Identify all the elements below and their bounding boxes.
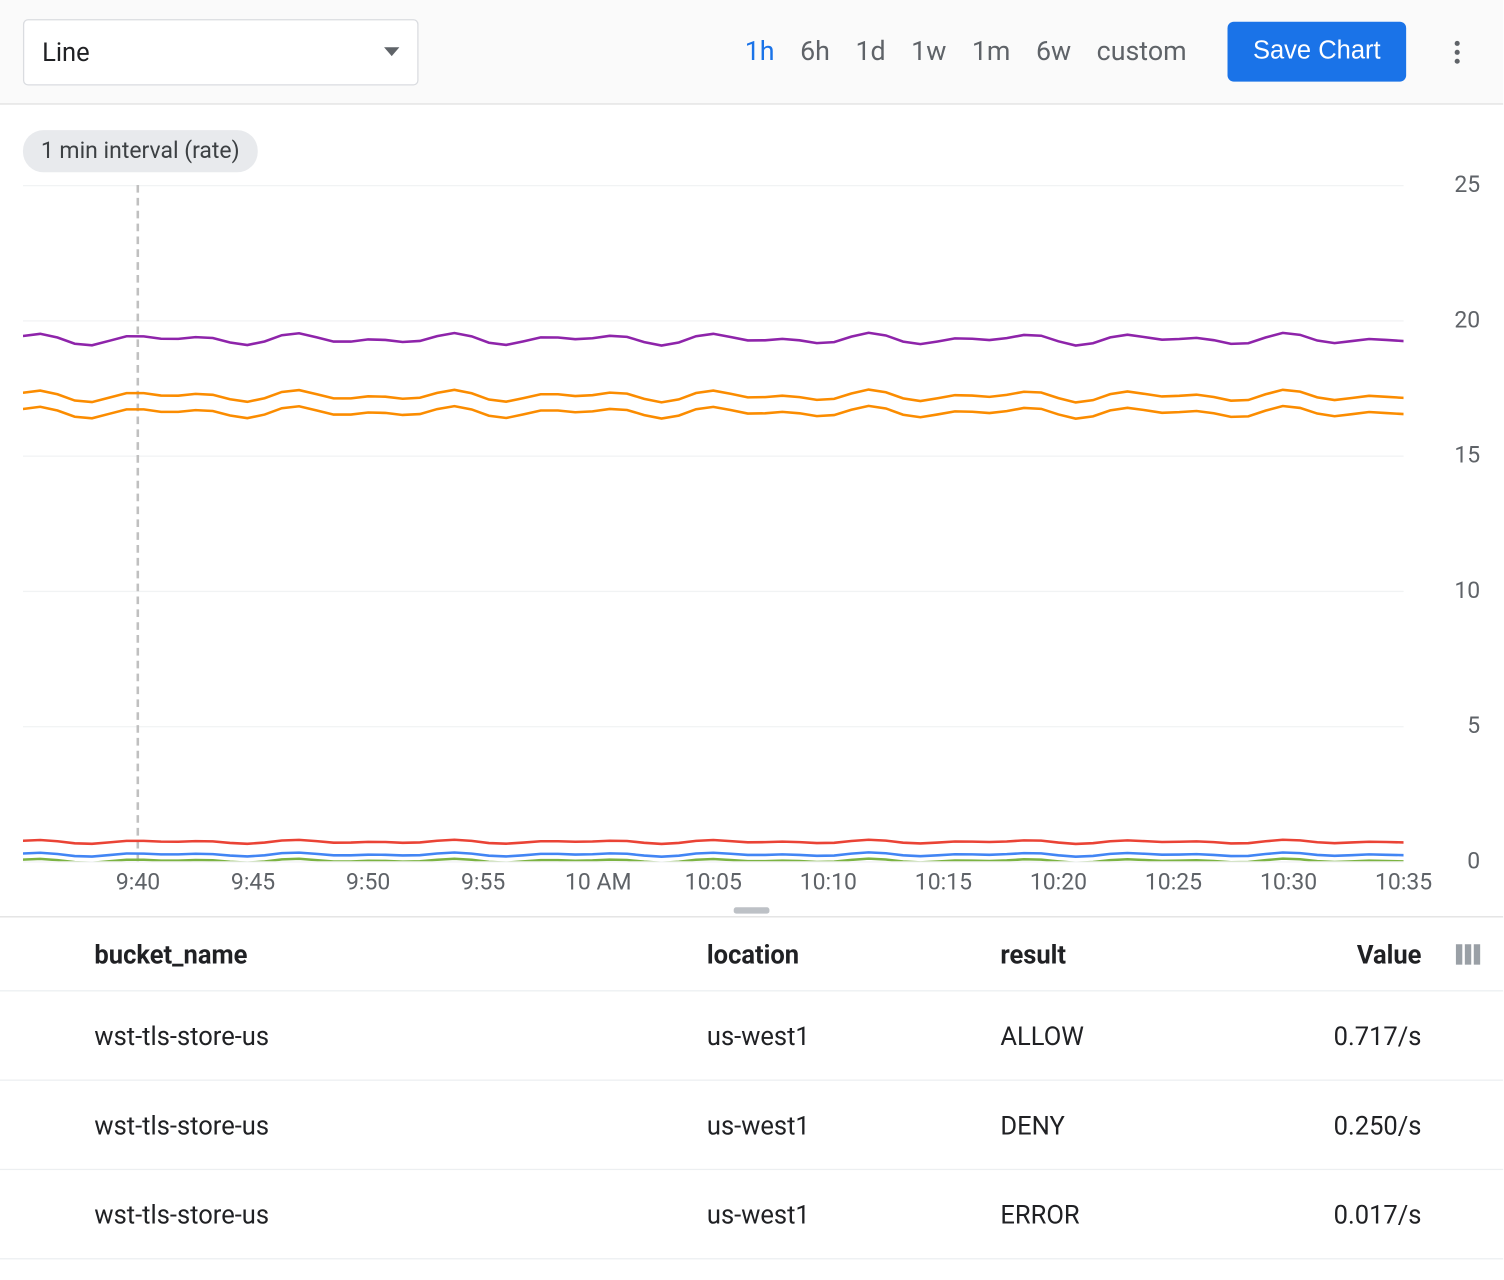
legend-value: 0.017/s xyxy=(1256,1199,1422,1230)
x-tick-label: 10:30 xyxy=(1260,869,1317,896)
legend-header-row: bucket_name location result Value xyxy=(0,917,1503,991)
legend-row[interactable]: wst-tls-store-usus-west1ERROR0.017/s xyxy=(0,1170,1503,1259)
time-range-1w[interactable]: 1w xyxy=(911,36,946,67)
y-tick-label: 5 xyxy=(1414,713,1480,740)
x-tick-label: 9:55 xyxy=(461,869,505,896)
legend-location: us-west1 xyxy=(707,1109,1000,1140)
chart-area: 1 min interval (rate) 0510152025 9:409:4… xyxy=(0,105,1503,900)
overflow-menu-icon[interactable] xyxy=(1434,29,1480,75)
save-chart-button[interactable]: Save Chart xyxy=(1227,22,1406,82)
resize-handle[interactable] xyxy=(734,907,770,913)
legend-location: us-west1 xyxy=(707,1020,1000,1051)
chevron-down-icon xyxy=(384,47,399,56)
x-tick-label: 9:40 xyxy=(116,869,160,896)
line-chart[interactable]: 0510152025 9:409:459:509:5510 AM10:0510:… xyxy=(23,185,1480,900)
x-tick-label: 10:15 xyxy=(915,869,972,896)
legend-result: ERROR xyxy=(1000,1199,1255,1230)
legend-location: us-west1 xyxy=(707,1199,1000,1230)
x-axis-labels: 9:40 9:45 9:50 9:55 10 AM 10:05 10:10 10:15 10:2… xyxy=(23,869,1404,900)
legend-bucket: wst-tls-store-us xyxy=(94,1020,706,1051)
time-range-1d[interactable]: 1d xyxy=(855,36,885,67)
legend-bucket: wst-tls-store-us xyxy=(94,1199,706,1230)
x-tick-label: 10 AM xyxy=(565,869,632,896)
x-tick-label: 10:10 xyxy=(800,869,857,896)
interval-pill[interactable]: 1 min interval (rate) xyxy=(23,130,258,172)
col-result[interactable]: result xyxy=(1000,938,1255,969)
y-tick-label: 10 xyxy=(1414,577,1480,604)
legend-value: 0.717/s xyxy=(1256,1020,1422,1051)
x-tick-label: 10:20 xyxy=(1030,869,1087,896)
col-bucket-name[interactable]: bucket_name xyxy=(94,938,706,969)
col-value[interactable]: Value xyxy=(1256,938,1422,969)
y-tick-label: 25 xyxy=(1414,172,1480,199)
x-tick-label: 9:50 xyxy=(346,869,390,896)
x-tick-label: 10:35 xyxy=(1375,869,1432,896)
legend-result: DENY xyxy=(1000,1109,1255,1140)
y-tick-label: 20 xyxy=(1414,307,1480,334)
chart-type-select[interactable]: Line xyxy=(23,19,419,85)
legend-value: 0.250/s xyxy=(1256,1109,1422,1140)
legend-row[interactable]: wst-tls-store-usus-west1ALLOW0.717/s xyxy=(0,991,1503,1080)
time-range-6h[interactable]: 6h xyxy=(800,36,830,67)
time-range-1m[interactable]: 1m xyxy=(972,36,1011,67)
y-tick-label: 15 xyxy=(1414,442,1480,469)
time-range-1h[interactable]: 1h xyxy=(745,36,775,67)
x-tick-label: 10:25 xyxy=(1145,869,1202,896)
time-range-picker: 1h 6h 1d 1w 1m 6w custom xyxy=(745,36,1187,67)
time-range-6w[interactable]: 6w xyxy=(1036,36,1071,67)
time-range-custom[interactable]: custom xyxy=(1097,36,1187,67)
chart-type-label: Line xyxy=(42,36,90,67)
legend-row[interactable]: wst-tls-store-usus-west1DENY0.250/s xyxy=(0,1081,1503,1170)
col-location[interactable]: location xyxy=(707,938,1000,969)
column-settings-icon[interactable] xyxy=(1421,944,1480,964)
legend-table: bucket_name location result Value wst-tl… xyxy=(0,916,1503,1259)
x-tick-label: 9:45 xyxy=(231,869,275,896)
x-tick-label: 10:05 xyxy=(685,869,742,896)
legend-bucket: wst-tls-store-us xyxy=(94,1109,706,1140)
chart-toolbar: Line 1h 6h 1d 1w 1m 6w custom Save Chart xyxy=(0,0,1503,105)
legend-result: ALLOW xyxy=(1000,1020,1255,1051)
